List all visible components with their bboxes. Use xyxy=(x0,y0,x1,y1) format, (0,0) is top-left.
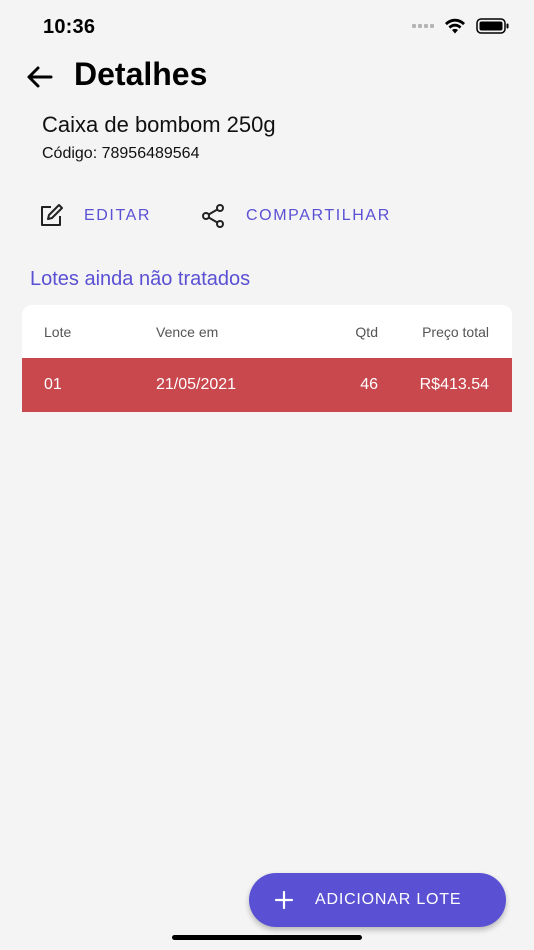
header: Detalhes xyxy=(0,52,534,102)
battery-icon xyxy=(476,18,509,34)
page-title: Detalhes xyxy=(74,56,208,92)
status-time: 10:36 xyxy=(43,16,96,38)
column-header-preco: Preço total xyxy=(422,324,489,340)
column-header-qtd: Qtd xyxy=(355,324,378,340)
section-title: Lotes ainda não tratados xyxy=(30,268,251,290)
home-indicator[interactable] xyxy=(172,935,362,940)
column-header-vence: Vence em xyxy=(156,324,219,340)
column-header-lote: Lote xyxy=(44,324,72,340)
edit-button[interactable]: EDITAR xyxy=(38,198,151,234)
cell-vence: 21/05/2021 xyxy=(156,376,237,393)
share-label: COMPARTILHAR xyxy=(246,207,391,224)
add-lot-label: ADICIONAR LOTE xyxy=(315,891,462,908)
plus-icon xyxy=(273,889,295,911)
lots-table: Lote Vence em Qtd Preço total 01 21/05/2… xyxy=(22,305,512,412)
cell-preco: R$413.54 xyxy=(419,376,489,393)
cell-lote: 01 xyxy=(44,376,62,393)
status-icons xyxy=(412,18,510,34)
actions-bar: EDITAR COMPARTILHAR xyxy=(0,198,534,234)
wifi-icon xyxy=(445,18,465,34)
back-button[interactable] xyxy=(22,60,56,94)
add-lot-button[interactable]: ADICIONAR LOTE xyxy=(249,873,506,927)
share-button[interactable]: COMPARTILHAR xyxy=(200,198,391,234)
arrow-left-icon xyxy=(27,66,53,88)
edit-label: EDITAR xyxy=(84,207,152,224)
cell-qtd: 46 xyxy=(360,376,378,393)
product-code: Código: 78956489564 xyxy=(42,145,200,162)
product-name: Caixa de bombom 250g xyxy=(42,112,276,137)
table-header: Lote Vence em Qtd Preço total xyxy=(22,305,512,358)
signal-icon xyxy=(412,24,434,28)
edit-icon xyxy=(38,203,64,229)
status-bar: 10:36 xyxy=(0,0,534,54)
share-icon xyxy=(200,203,226,229)
table-row[interactable]: 01 21/05/2021 46 R$413.54 xyxy=(22,358,512,412)
